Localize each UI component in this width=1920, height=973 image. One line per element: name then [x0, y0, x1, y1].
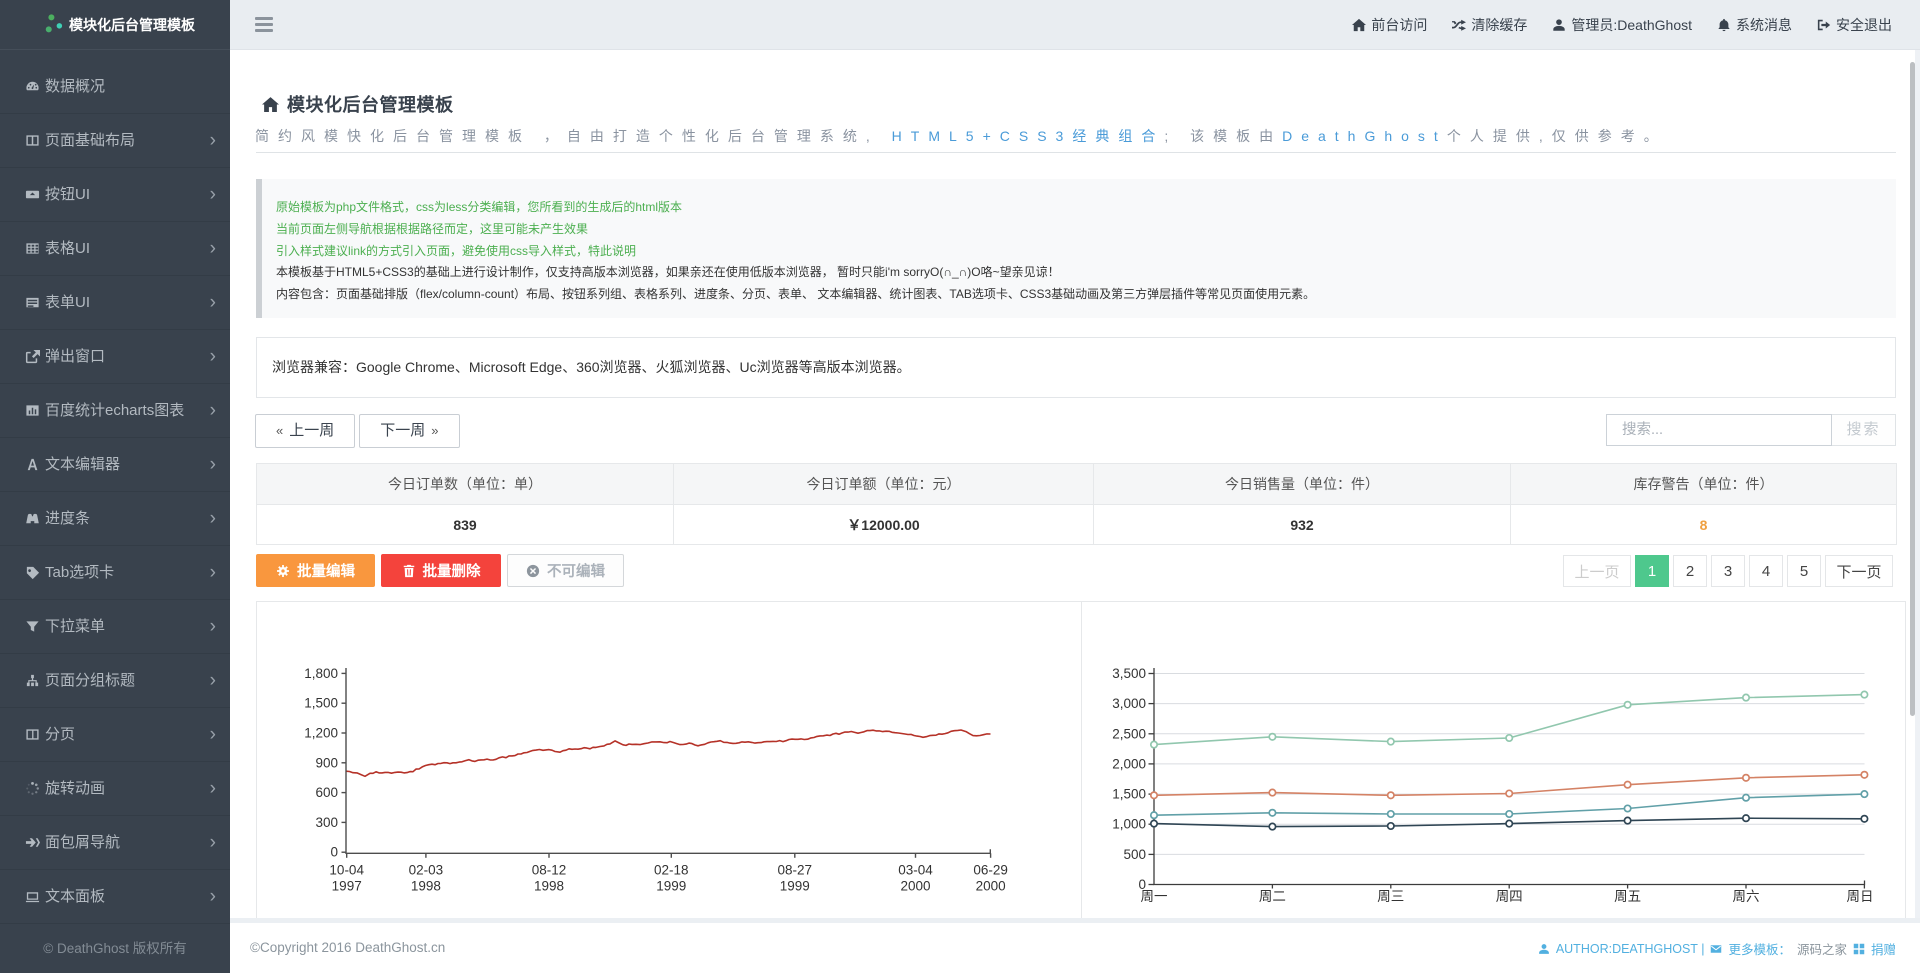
- svg-text:1998: 1998: [411, 879, 441, 894]
- svg-text:1,800: 1,800: [304, 666, 338, 681]
- svg-text:3,500: 3,500: [1112, 666, 1146, 681]
- svg-text:周三: 周三: [1377, 889, 1404, 904]
- svg-text:1999: 1999: [780, 879, 810, 894]
- svg-text:1,200: 1,200: [304, 726, 338, 741]
- svg-text:周五: 周五: [1614, 889, 1641, 904]
- svg-text:3,000: 3,000: [1112, 696, 1146, 711]
- svg-text:900: 900: [315, 755, 338, 770]
- svg-text:500: 500: [1123, 847, 1146, 862]
- svg-text:02-18: 02-18: [654, 863, 689, 878]
- svg-text:周日: 周日: [1847, 889, 1874, 904]
- svg-text:10-04: 10-04: [329, 863, 364, 878]
- svg-text:0: 0: [330, 845, 338, 860]
- svg-text:1,500: 1,500: [1112, 787, 1146, 802]
- svg-text:06-29: 06-29: [973, 863, 1008, 878]
- svg-text:600: 600: [315, 785, 338, 800]
- svg-text:周六: 周六: [1733, 889, 1760, 904]
- svg-text:2,500: 2,500: [1112, 726, 1146, 741]
- svg-text:2000: 2000: [976, 879, 1006, 894]
- svg-text:300: 300: [315, 815, 338, 830]
- svg-text:02-03: 02-03: [409, 863, 444, 878]
- svg-text:1998: 1998: [534, 879, 564, 894]
- svg-text:周二: 周二: [1259, 889, 1286, 904]
- svg-text:08-27: 08-27: [778, 863, 813, 878]
- svg-text:1,500: 1,500: [304, 696, 338, 711]
- svg-text:08-12: 08-12: [532, 863, 567, 878]
- svg-text:周四: 周四: [1496, 889, 1523, 904]
- svg-text:周一: 周一: [1141, 889, 1168, 904]
- svg-text:03-04: 03-04: [898, 863, 933, 878]
- svg-text:1,000: 1,000: [1112, 817, 1146, 832]
- svg-text:1999: 1999: [656, 879, 686, 894]
- svg-text:2000: 2000: [900, 879, 930, 894]
- svg-text:1997: 1997: [332, 879, 362, 894]
- svg-text:2,000: 2,000: [1112, 756, 1146, 771]
